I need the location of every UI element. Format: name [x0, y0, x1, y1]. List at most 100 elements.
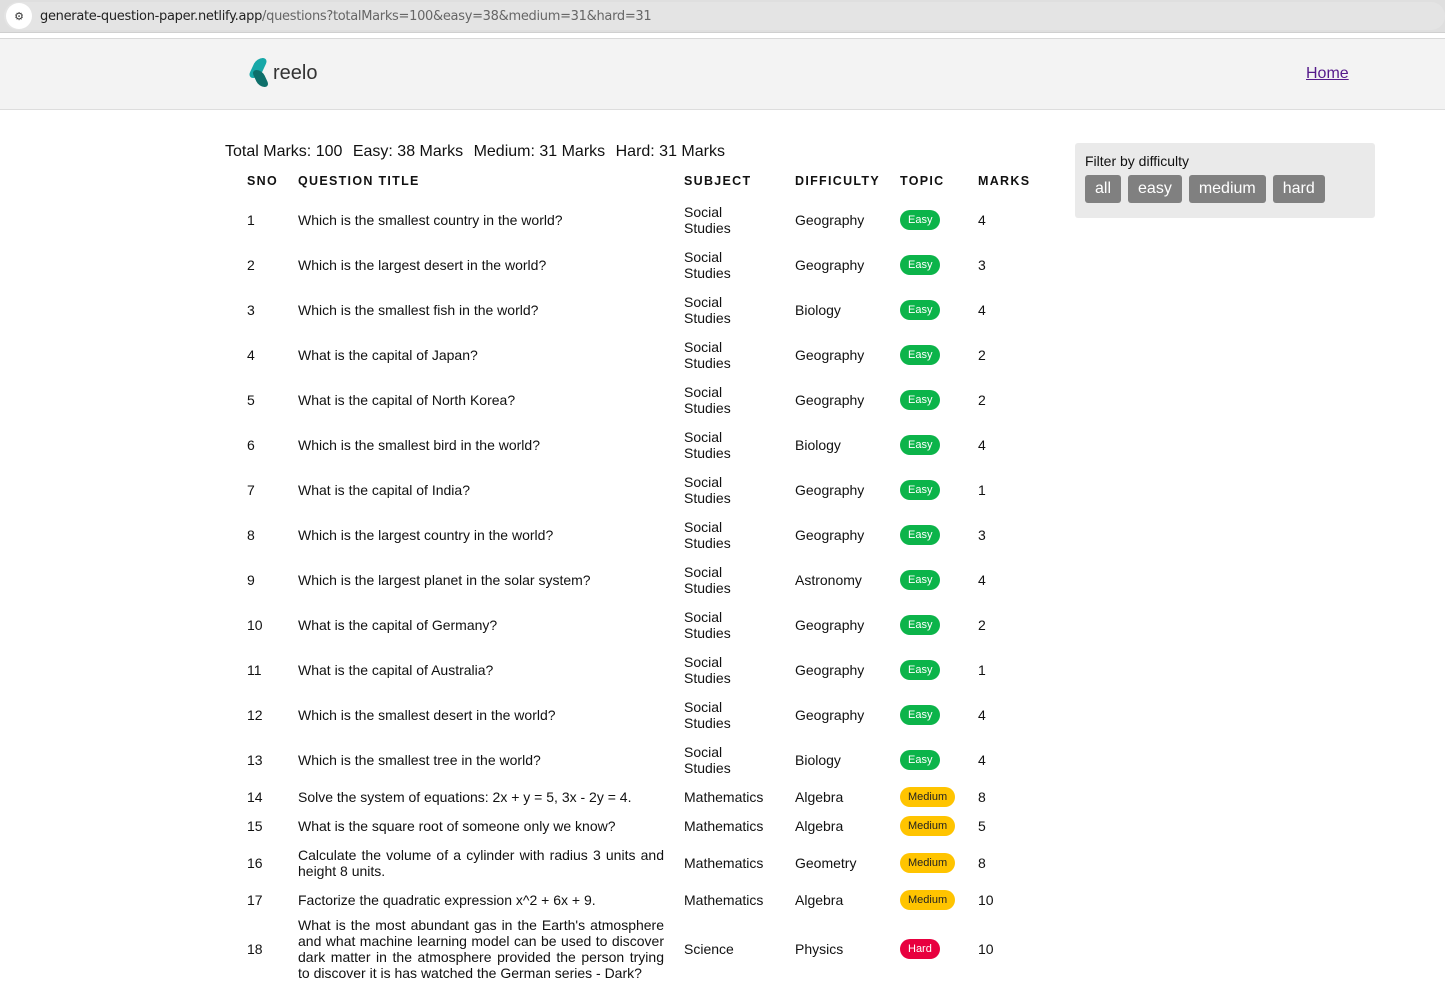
sno-cell: 11 — [247, 661, 262, 678]
sno-cell: 1 — [247, 211, 255, 228]
table-row: 14 Solve the system of equations: 2x + y … — [237, 782, 1040, 811]
table-row: 15 What is the square root of someone onl… — [237, 811, 1040, 840]
table-row: 10 What is the capital of Germany? Social … — [237, 602, 1040, 647]
url-field[interactable]: ⚙ generate-question-paper.netlify.app/qu… — [4, 2, 1445, 30]
difficulty-badge-cell: Hard — [890, 914, 968, 984]
column-header-difficulty: DIFFICULTY — [795, 174, 880, 188]
difficulty-badge: Easy — [900, 569, 941, 590]
marks-summary: Total Marks: 100 Easy: 38 Marks Medium: … — [225, 143, 731, 161]
marks-cell: 1 — [978, 661, 986, 678]
difficulty-badge-cell: Easy — [890, 467, 968, 512]
difficulty-badge: Medium — [900, 786, 956, 807]
marks-cell: 4 — [978, 211, 986, 228]
topic-cell: Geography — [795, 256, 865, 273]
subject-cell: Mathematics — [684, 854, 764, 871]
topic-cell: Geography — [795, 391, 865, 408]
question-title-cell: Solve the system of equations: 2x + y = … — [298, 788, 632, 805]
difficulty-badge-cell: Easy — [890, 647, 968, 692]
subject-cell: Social Studies — [684, 518, 731, 551]
difficulty-badge: Easy — [900, 344, 941, 365]
topic-cell: Biology — [795, 301, 841, 318]
column-header-question-title: QUESTION TITLE — [298, 174, 420, 188]
topic-cell: Algebra — [795, 817, 844, 834]
marks-cell: 3 — [978, 256, 986, 273]
question-title-cell: Which is the smallest fish in the world? — [298, 301, 539, 318]
reelo-logo-icon — [249, 58, 271, 88]
marks-cell: 4 — [978, 751, 986, 768]
sno-cell: 17 — [247, 891, 263, 908]
subject-cell: Social Studies — [684, 383, 731, 416]
questions-table: SNO QUESTION TITLE SUBJECT DIFFICULTY TOPIC M… — [237, 167, 1040, 984]
question-title-cell: What is the square root of someone only … — [298, 817, 616, 834]
difficulty-badge: Easy — [900, 254, 941, 275]
url-path: /questions?totalMarks=100&easy=38&medium… — [262, 8, 652, 24]
filter-medium-button[interactable]: medium — [1188, 175, 1266, 203]
subject-cell: Science — [684, 941, 734, 957]
sno-cell: 4 — [247, 346, 255, 363]
difficulty-badge: Easy — [900, 749, 941, 770]
logo[interactable]: reelo — [249, 58, 317, 88]
question-title-cell: What is the most abundant gas in the Ear… — [298, 917, 664, 981]
table-row: 9 Which is the largest planet in the sola… — [237, 557, 1040, 602]
filter-all-button[interactable]: all — [1085, 175, 1122, 203]
marks-cell: 4 — [978, 706, 986, 723]
marks-cell: 2 — [978, 391, 986, 408]
sno-cell: 15 — [247, 817, 263, 834]
topic-cell: Biology — [795, 751, 841, 768]
home-link[interactable]: Home — [1306, 65, 1349, 83]
question-title-cell: Which is the smallest bird in the world? — [298, 436, 540, 453]
sno-cell: 12 — [247, 706, 263, 723]
browser-address-bar: ⚙ generate-question-paper.netlify.app/qu… — [0, 0, 1445, 33]
subject-cell: Social Studies — [684, 608, 731, 641]
url-text[interactable]: generate-question-paper.netlify.app/ques… — [40, 8, 652, 24]
subject-cell: Social Studies — [684, 473, 731, 506]
sno-cell: 6 — [247, 436, 255, 453]
sno-cell: 18 — [247, 941, 263, 957]
table-row: 13 Which is the smallest tree in the worl… — [237, 737, 1040, 782]
total-marks: Total Marks: 100 — [225, 143, 343, 160]
marks-cell: 5 — [978, 817, 986, 834]
column-header-subject: SUBJECT — [684, 174, 752, 188]
table-row: 4 What is the capital of Japan? Social Stu… — [237, 332, 1040, 377]
subject-cell: Social Studies — [684, 203, 731, 236]
marks-cell: 3 — [978, 526, 986, 543]
difficulty-badge: Easy — [900, 524, 941, 545]
filter-easy-button[interactable]: easy — [1128, 175, 1182, 203]
question-title-cell: What is the capital of Germany? — [298, 616, 498, 633]
difficulty-badge-cell: Easy — [890, 242, 968, 287]
difficulty-badge-cell: Easy — [890, 287, 968, 332]
marks-cell: 10 — [978, 891, 994, 908]
easy-marks: Easy: 38 Marks — [352, 143, 464, 160]
subject-cell: Social Studies — [684, 698, 731, 731]
difficulty-badge-cell: Easy — [890, 197, 968, 242]
marks-cell: 8 — [978, 788, 986, 805]
subject-cell: Mathematics — [684, 891, 764, 908]
topic-cell: Physics — [795, 941, 844, 957]
subject-cell: Social Studies — [684, 338, 731, 371]
topic-cell: Geometry — [795, 854, 857, 871]
difficulty-badge-cell: Easy — [890, 602, 968, 647]
subject-cell: Social Studies — [684, 248, 731, 281]
site-header: reelo Home — [0, 39, 1445, 110]
sno-cell: 16 — [247, 854, 263, 871]
sno-cell: 10 — [247, 616, 263, 633]
site-settings-icon[interactable]: ⚙ — [6, 3, 32, 29]
marks-cell: 2 — [978, 616, 986, 633]
difficulty-badge-cell: Easy — [890, 512, 968, 557]
difficulty-badge-cell: Easy — [890, 692, 968, 737]
table-row: 18 What is the most abundant gas in the E… — [237, 914, 1040, 984]
filter-hard-button[interactable]: hard — [1272, 175, 1325, 203]
marks-cell: 4 — [978, 436, 986, 453]
table-row: 12 Which is the smallest desert in the wo… — [237, 692, 1040, 737]
difficulty-badge-cell: Easy — [890, 557, 968, 602]
topic-cell: Geography — [795, 616, 865, 633]
difficulty-badge: Medium — [900, 815, 956, 836]
marks-cell: 1 — [978, 481, 986, 498]
difficulty-badge: Easy — [900, 614, 941, 635]
difficulty-badge: Hard — [900, 939, 940, 959]
subject-cell: Social Studies — [684, 293, 731, 326]
difficulty-badge: Medium — [900, 889, 956, 910]
sno-cell: 8 — [247, 526, 255, 543]
question-title-cell: Which is the largest planet in the solar… — [298, 571, 591, 588]
difficulty-badge-cell: Easy — [890, 377, 968, 422]
